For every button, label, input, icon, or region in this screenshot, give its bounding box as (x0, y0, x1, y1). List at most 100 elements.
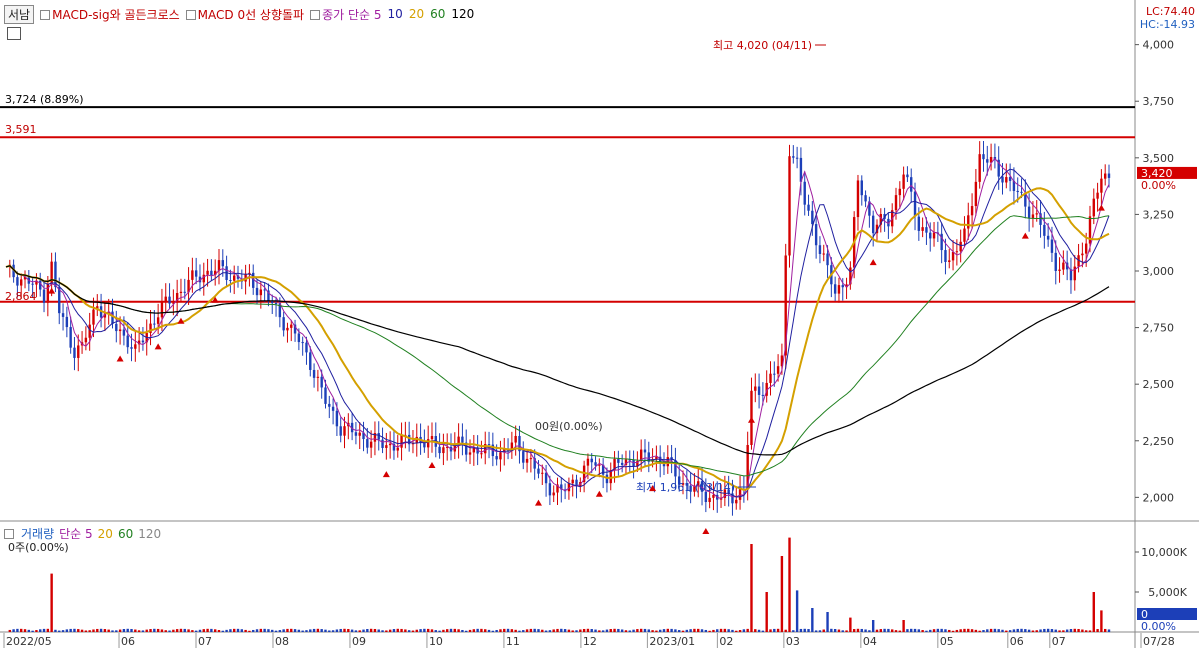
candle-body (537, 468, 540, 474)
volume-bar (856, 628, 860, 632)
volume-bar (537, 629, 540, 632)
volume-bar (1020, 628, 1023, 632)
candle-body (594, 462, 597, 466)
volume-bar (1054, 629, 1057, 632)
legend-macd-cross[interactable]: MACD-sig와 골든크로스 (40, 6, 180, 23)
volume-bar (780, 556, 784, 632)
volume-bar (1008, 630, 1012, 632)
price-tick-label: 4,000 (1143, 39, 1175, 52)
legend-close-ma[interactable]: 종가 단순 5 (310, 6, 382, 23)
volume-bar (305, 630, 308, 632)
volume-bar (894, 630, 898, 632)
candle-body (92, 309, 95, 325)
candle-body (328, 403, 331, 407)
volume-bar (959, 629, 962, 632)
legend-macd-zero[interactable]: MACD 0선 상향돌파 (185, 6, 304, 23)
volume-bar (396, 628, 399, 632)
candle-body (910, 177, 913, 192)
candle-body (480, 453, 483, 455)
candle-body (514, 435, 517, 443)
volume-bar (73, 628, 76, 632)
volume-bar (366, 629, 369, 632)
volume-bar (259, 628, 263, 632)
low-annotation: 최저 1,961 (03/14) (636, 481, 735, 494)
volume-bar (369, 628, 373, 632)
volume-bar (362, 629, 365, 632)
time-tick-label: 03 (786, 635, 800, 648)
candle-body (339, 426, 342, 436)
volume-bar (506, 628, 510, 632)
time-tick-label: 07 (198, 635, 212, 648)
grid-icon[interactable] (7, 27, 21, 40)
volume-bar (1001, 629, 1004, 632)
candle-body (620, 462, 624, 465)
candle-body (598, 464, 601, 466)
candle-body (769, 373, 772, 383)
volume-bar (122, 628, 126, 632)
candle-body (388, 443, 392, 446)
volume-bar (202, 629, 205, 632)
candle-body (1054, 252, 1057, 271)
candle-body (1081, 253, 1084, 256)
volume-bar (944, 629, 947, 632)
volume-bar (426, 628, 430, 632)
candle-body (1016, 190, 1019, 192)
volume-bar (343, 628, 346, 632)
stock-tab[interactable]: 서남 (4, 4, 35, 24)
volume-bar (1050, 629, 1054, 632)
volume-bar (666, 628, 669, 632)
candle-body (986, 159, 989, 163)
volume-bar (388, 629, 392, 632)
volume-bar (12, 629, 15, 632)
candle-body (803, 181, 806, 205)
candle-body (65, 316, 69, 328)
volume-bar (757, 629, 761, 632)
candle-body (271, 301, 274, 304)
candle-body (206, 270, 209, 275)
candle-body (856, 180, 860, 218)
volume-bar (187, 629, 190, 632)
candle-body (837, 285, 841, 294)
volume-bar (662, 629, 666, 632)
volume-bar (1027, 629, 1031, 632)
volume-ma-20: 20 (97, 526, 113, 541)
volume-bar (967, 628, 970, 632)
volume-legend-box[interactable] (4, 528, 14, 539)
candle-body (1046, 235, 1050, 240)
volume-bar (951, 630, 955, 632)
volume-bar (754, 629, 757, 632)
candle-body (134, 344, 137, 349)
price-tick-label: 3,250 (1143, 208, 1175, 221)
candle-body (461, 436, 464, 443)
volume-bar (731, 629, 734, 632)
candle-body (754, 386, 757, 391)
volume-bar (567, 629, 571, 632)
line-top-label: 3,724 (8.89%) (5, 93, 84, 106)
candle-body (792, 156, 795, 158)
candle-body (963, 228, 966, 242)
volume-bar (50, 573, 53, 632)
volume-bar (510, 629, 514, 632)
volume-bar (598, 630, 601, 632)
volume-bar (54, 629, 57, 632)
volume-bar (263, 628, 266, 632)
volume-bar (377, 629, 380, 632)
candle-body (316, 376, 320, 378)
candle-body (141, 340, 145, 343)
volume-bar (906, 629, 909, 632)
volume-bar (1012, 629, 1016, 632)
volume-bar (651, 630, 654, 632)
volume-bar (590, 629, 593, 632)
volume-bar (974, 629, 978, 632)
volume-bar (442, 629, 445, 632)
volume-bar (579, 629, 582, 632)
volume-bar (141, 630, 145, 632)
price-tick-label: 2,500 (1143, 378, 1175, 391)
hc-value: HC:-14.93 (1139, 18, 1195, 31)
volume-bar (982, 630, 985, 632)
volume-bar (1062, 630, 1065, 632)
volume-bar (697, 628, 700, 632)
candle-body (1050, 239, 1054, 253)
legend-ma-10: 10 (387, 7, 403, 21)
volume-sub: 0주(0.00%) (8, 541, 69, 554)
